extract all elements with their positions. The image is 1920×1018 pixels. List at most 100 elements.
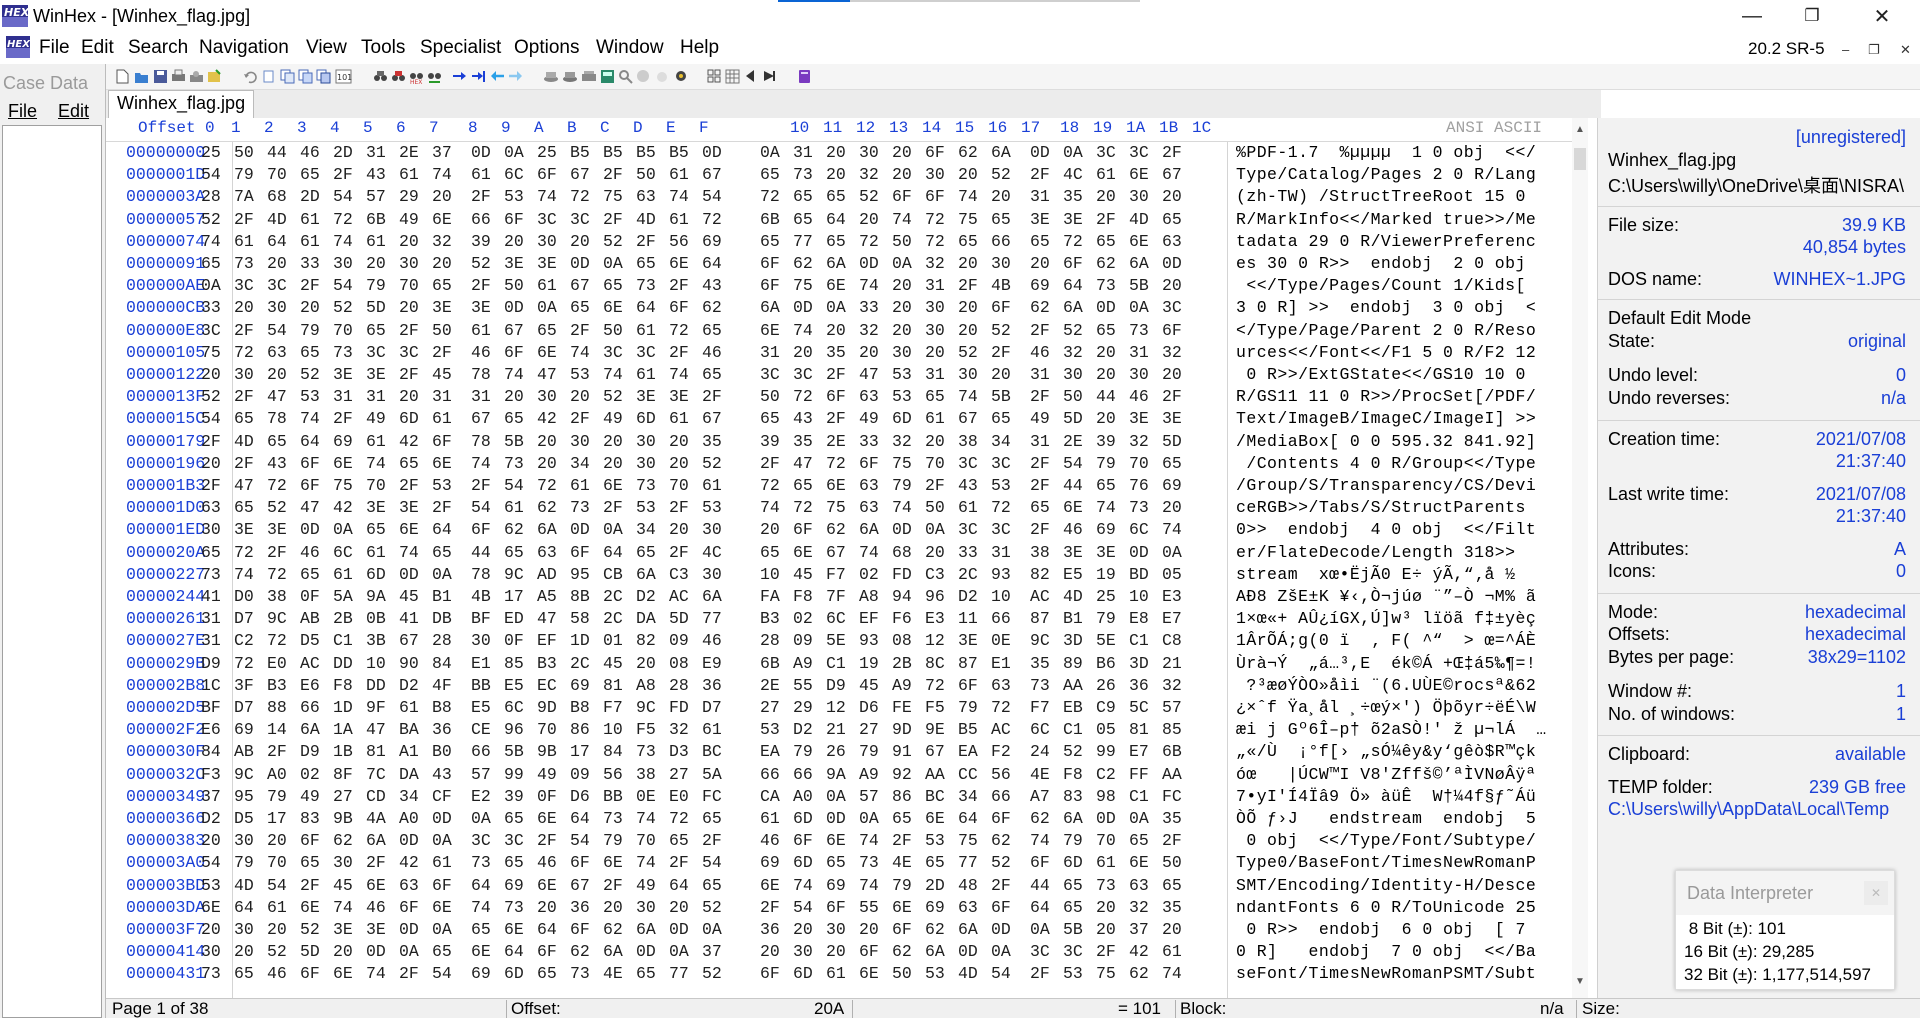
hex-byte[interactable]: 30 xyxy=(234,919,254,941)
hex-byte[interactable]: 99 xyxy=(504,764,524,786)
hex-byte[interactable]: FC xyxy=(1162,786,1182,808)
hex-byte[interactable]: 3E xyxy=(1063,209,1083,231)
hex-byte[interactable]: 0A xyxy=(1129,297,1149,319)
hex-byte[interactable]: 96 xyxy=(504,719,524,741)
hex-byte[interactable]: A0 xyxy=(267,764,287,786)
hex-byte[interactable]: 1D xyxy=(333,697,353,719)
hex-byte[interactable]: 20 xyxy=(669,897,689,919)
hex-byte[interactable]: 6F xyxy=(504,209,524,231)
hex-byte[interactable]: 6A xyxy=(537,519,557,541)
hex-byte[interactable]: 4D xyxy=(234,875,254,897)
hex-byte[interactable]: 79 xyxy=(1096,608,1116,630)
hex-byte[interactable]: 0A xyxy=(1030,919,1050,941)
hex-byte[interactable]: 49 xyxy=(603,408,623,430)
menu-edit[interactable]: Edit xyxy=(81,37,114,59)
hex-byte[interactable]: 6F xyxy=(826,897,846,919)
hex-byte[interactable]: 73 xyxy=(1129,497,1149,519)
hex-byte[interactable]: 31 xyxy=(1030,364,1050,386)
hex-byte[interactable]: 33 xyxy=(859,297,879,319)
hex-byte[interactable]: AC xyxy=(1030,586,1050,608)
hex-byte[interactable]: 3F xyxy=(234,675,254,697)
hex-row[interactable]: 0000032C F3 9C A0 02 8F 7C DA 43 57 99 49 09 56 38 27 5A… xyxy=(106,764,1588,786)
hex-byte[interactable]: EA xyxy=(760,741,780,763)
row-ascii[interactable]: </Type/Page/Parent 2 0 R/Reso xyxy=(1236,320,1536,342)
tab-winhex-flag[interactable]: Winhex_flag.jpg xyxy=(108,90,255,118)
hex-byte[interactable]: 50 xyxy=(1162,852,1182,874)
hex-byte[interactable]: 64 xyxy=(432,519,452,541)
hex-byte[interactable]: 39 xyxy=(1096,431,1116,453)
hex-byte[interactable]: 73 xyxy=(504,453,524,475)
hex-byte[interactable]: 53 xyxy=(570,364,590,386)
hex-byte[interactable]: 6F xyxy=(925,142,945,164)
disk-tools-icon[interactable] xyxy=(561,68,578,85)
hex-byte[interactable]: 30 xyxy=(793,941,813,963)
hex-byte[interactable]: E5 xyxy=(1063,564,1083,586)
hex-byte[interactable]: 2E xyxy=(1063,431,1083,453)
hex-byte[interactable]: 95 xyxy=(234,786,254,808)
hex-byte[interactable]: 6A xyxy=(1063,808,1083,830)
hex-byte[interactable]: 69 xyxy=(504,875,524,897)
hex-byte[interactable]: 63 xyxy=(399,875,419,897)
hex-byte[interactable]: 46 xyxy=(1063,519,1083,541)
hex-byte[interactable]: 85 xyxy=(504,653,524,675)
row-ascii[interactable]: seFont/TimesNewRomanPSMT/Subt xyxy=(1236,963,1536,985)
hex-byte[interactable]: 70 xyxy=(399,275,419,297)
hex-byte[interactable]: 6A xyxy=(1129,253,1149,275)
hex-byte[interactable]: 6E xyxy=(432,897,452,919)
hex-byte[interactable]: 25 xyxy=(537,142,557,164)
hex-row[interactable]: 00000179 2F 4D 65 64 69 61 42 6F 78 5B 20 30 20 30 20 35… xyxy=(106,431,1588,453)
row-ascii[interactable]: 0 R] endobj 7 0 obj <</Ba xyxy=(1236,941,1536,963)
hex-byte[interactable]: 20 xyxy=(669,453,689,475)
hex-byte[interactable]: 1B xyxy=(333,741,353,763)
hex-row[interactable]: 000002F2 E6 69 14 6A 1A 47 BA 36 CE 96 70 86 10 F5 32 61… xyxy=(106,719,1588,741)
hex-byte[interactable]: 20 xyxy=(1030,253,1050,275)
hex-byte[interactable]: 20 xyxy=(234,297,254,319)
hex-byte[interactable]: 7C xyxy=(366,764,386,786)
hex-byte[interactable]: 6F xyxy=(793,519,813,541)
restore-button[interactable]: ❐ xyxy=(1782,0,1842,32)
hex-byte[interactable]: 2E xyxy=(760,675,780,697)
hex-byte[interactable]: 0A xyxy=(702,919,722,941)
hex-byte[interactable]: 3E xyxy=(1162,408,1182,430)
hex-byte[interactable]: 79 xyxy=(234,852,254,874)
hex-byte[interactable]: 20 xyxy=(958,253,978,275)
hex-byte[interactable]: 4D xyxy=(1063,586,1083,608)
hex-byte[interactable]: 4C xyxy=(1063,164,1083,186)
hex-byte[interactable]: 69 xyxy=(570,675,590,697)
hex-byte[interactable]: 0A xyxy=(504,142,524,164)
hex-byte[interactable]: 3E xyxy=(267,519,287,541)
hex-byte[interactable]: 62 xyxy=(958,142,978,164)
hex-byte[interactable]: 61 xyxy=(958,497,978,519)
hex-byte[interactable]: 65 xyxy=(300,852,320,874)
hex-byte[interactable]: 31 xyxy=(793,142,813,164)
hex-byte[interactable]: 75 xyxy=(958,209,978,231)
hex-byte[interactable]: 65 xyxy=(234,497,254,519)
find-hex-icon[interactable] xyxy=(390,68,407,85)
hex-byte[interactable]: 39 xyxy=(504,786,524,808)
hex-row[interactable]: 000002D5 BF D7 88 66 1D 9F 61 B8 E5 6C 9D B8 F7 9C FD D7… xyxy=(106,697,1588,719)
hex-byte[interactable]: B3 xyxy=(267,675,287,697)
hex-byte[interactable]: 73 xyxy=(201,963,221,985)
hex-byte[interactable]: 74 xyxy=(432,164,452,186)
hex-byte[interactable]: 20 xyxy=(1096,342,1116,364)
hex-byte[interactable]: 61 xyxy=(399,697,419,719)
hex-byte[interactable]: 2F xyxy=(399,963,419,985)
hex-byte[interactable]: 2C xyxy=(603,608,623,630)
hex-byte[interactable]: 20 xyxy=(991,364,1011,386)
hex-byte[interactable]: 28 xyxy=(201,186,221,208)
scroll-thumb[interactable] xyxy=(1574,148,1586,170)
hex-byte[interactable]: 39 xyxy=(471,231,491,253)
hex-byte[interactable]: 33 xyxy=(201,297,221,319)
hex-byte[interactable]: 54 xyxy=(570,830,590,852)
back-icon[interactable] xyxy=(489,68,506,85)
hex-byte[interactable]: 17 xyxy=(570,741,590,763)
hex-byte[interactable]: 6F xyxy=(760,963,780,985)
hex-byte[interactable]: 49 xyxy=(1030,408,1050,430)
hex-byte[interactable]: 2F xyxy=(669,275,689,297)
hex-byte[interactable]: 6C xyxy=(1129,519,1149,541)
hex-byte[interactable]: CF xyxy=(432,786,452,808)
hex-byte[interactable]: 20 xyxy=(537,897,557,919)
hex-byte[interactable]: 50 xyxy=(925,497,945,519)
hex-byte[interactable]: 67 xyxy=(702,164,722,186)
hex-byte[interactable]: 72 xyxy=(925,209,945,231)
